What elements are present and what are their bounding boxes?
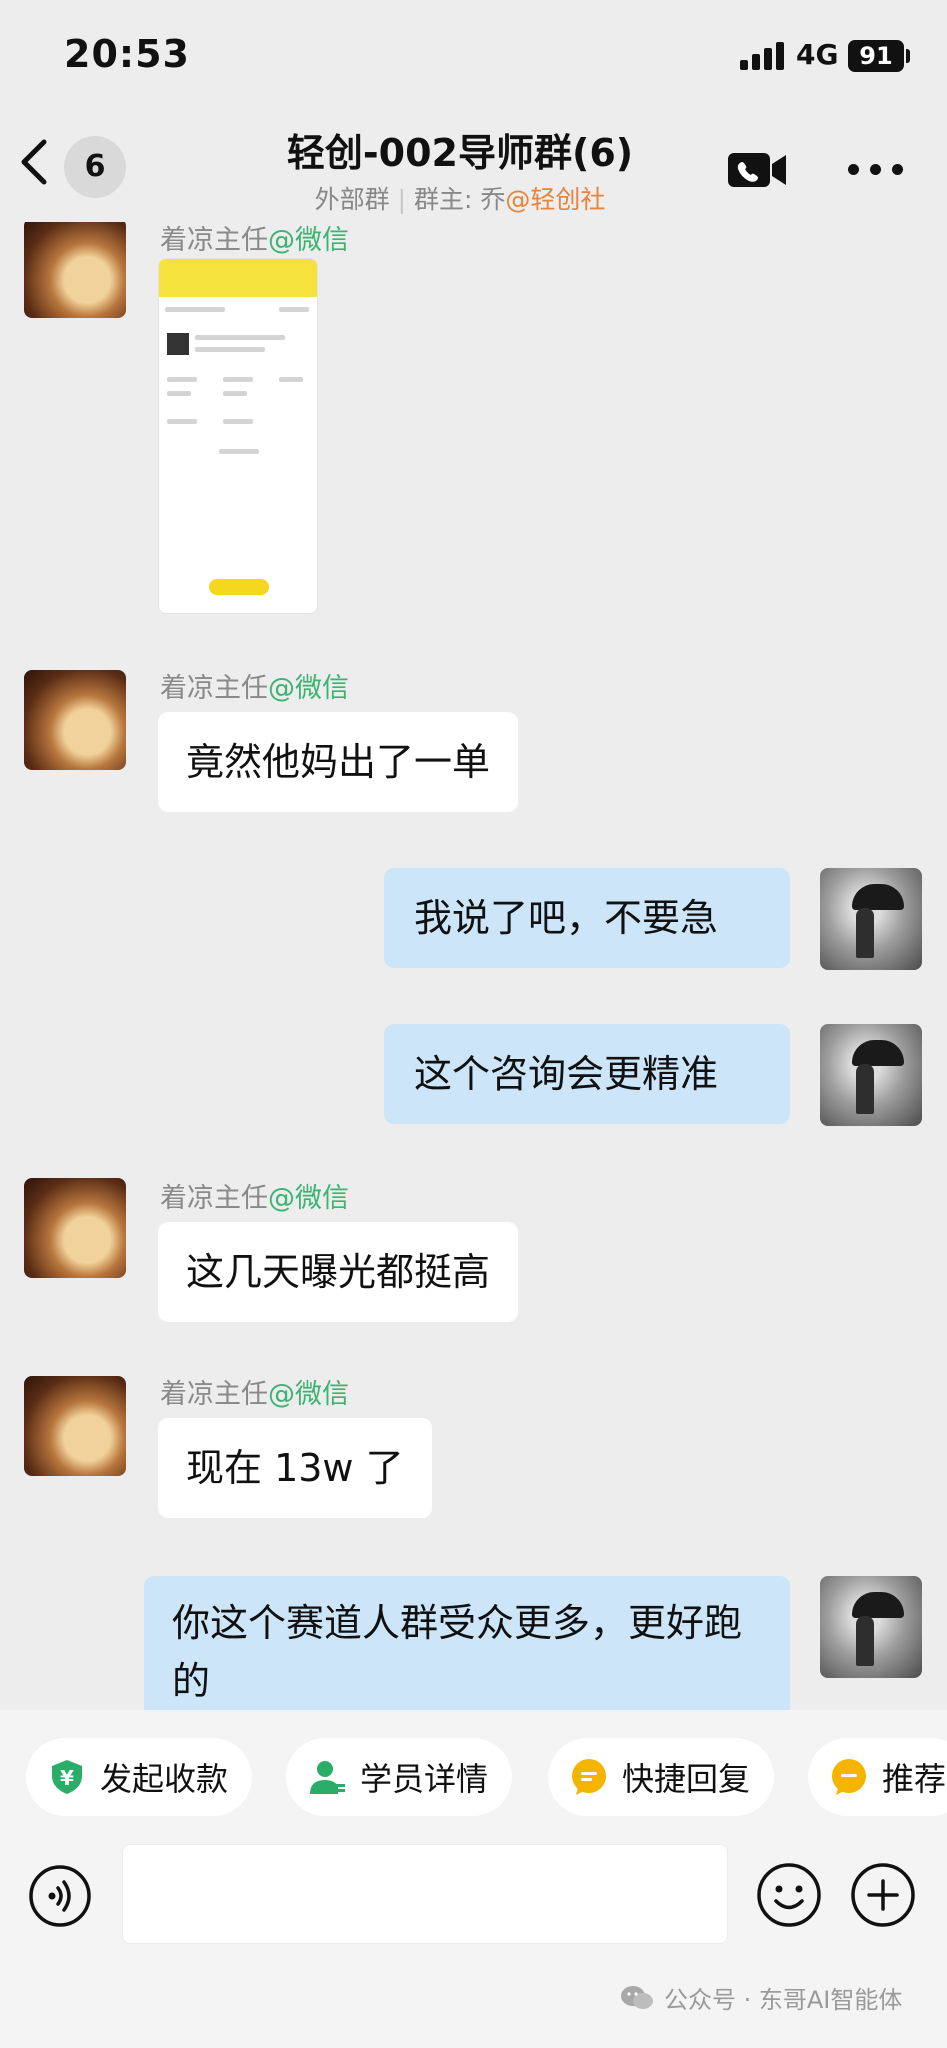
- signal-icon: [740, 40, 786, 70]
- group-subtitle: 外部群 | 群主: 乔@轻创社: [160, 180, 760, 216]
- quick-action-student-details[interactable]: 学员详情: [286, 1738, 513, 1816]
- avatar[interactable]: [820, 868, 922, 970]
- quick-action-bar[interactable]: ¥ 发起收款 学员详情 快捷回复 推荐: [0, 1710, 947, 1844]
- sender-name: 着凉主任@微信: [160, 225, 349, 256]
- chat-header: 6 轻创-002导师群(6) 外部群 | 群主: 乔@轻创社: [0, 110, 947, 222]
- watermark: 公众号 · 东哥AI智能体: [620, 1980, 902, 2015]
- divider: |: [397, 185, 407, 214]
- person-icon: [310, 1761, 345, 1794]
- network-type: 4G: [796, 38, 839, 71]
- battery-tip: [906, 49, 910, 63]
- status-time: 20:53: [64, 32, 190, 76]
- group-type: 外部群: [314, 185, 390, 214]
- message-bubble[interactable]: 现在 13w 了: [158, 1418, 432, 1518]
- sender-name: 着凉主任@微信: [160, 1379, 349, 1410]
- quick-action-label: 快捷回复: [622, 1760, 751, 1798]
- chevron-left-icon[interactable]: [14, 132, 54, 192]
- message-bubble[interactable]: 这几天曝光都挺高: [158, 1222, 519, 1322]
- status-bar: 20:53 4G 91: [0, 0, 947, 110]
- quick-action-label: 学员详情: [360, 1760, 489, 1798]
- avatar[interactable]: [24, 1376, 126, 1476]
- quick-action-recommend[interactable]: 推荐: [808, 1738, 947, 1816]
- avatar[interactable]: [24, 1178, 126, 1278]
- avatar[interactable]: [24, 670, 126, 770]
- message-bubble-outgoing[interactable]: 我说了吧，不要急: [384, 868, 790, 968]
- message-input[interactable]: [122, 1844, 728, 1944]
- avatar[interactable]: [820, 1576, 922, 1678]
- input-bar: 公众号 · 东哥AI智能体: [0, 1844, 947, 2048]
- owner-org-link[interactable]: @轻创社: [505, 185, 605, 214]
- more-icon[interactable]: [848, 164, 904, 176]
- shared-image[interactable]: [158, 258, 318, 614]
- message-bubble-outgoing[interactable]: 这个咨询会更精准: [384, 1024, 790, 1124]
- quick-action-collect-payment[interactable]: ¥ 发起收款: [26, 1738, 253, 1816]
- video-call-icon[interactable]: [726, 150, 788, 190]
- sender-name: 着凉主任@微信: [160, 1183, 349, 1214]
- voice-icon[interactable]: [28, 1864, 92, 1928]
- chat-bubble-icon: [832, 1759, 866, 1795]
- battery-icon: 91: [848, 40, 904, 72]
- message-bubble[interactable]: 竟然他妈出了一单: [158, 712, 519, 812]
- quick-action-label: 推荐: [882, 1760, 947, 1798]
- quick-action-quick-reply[interactable]: 快捷回复: [548, 1738, 775, 1816]
- avatar[interactable]: [24, 222, 126, 318]
- yuan-shield-icon: ¥: [52, 1760, 82, 1794]
- message-list[interactable]: 着凉主任@微信 着凉主任@微信 竟然他妈出了一单 我说了吧，不要急 这个咨询会更…: [0, 222, 947, 1710]
- group-owner: 群主: 乔: [414, 185, 506, 214]
- page-title: 轻创-002导师群(6): [286, 131, 634, 175]
- svg-text:¥: ¥: [60, 1766, 74, 1790]
- chat-bubble-icon: [572, 1759, 606, 1795]
- wechat-official-account-icon: [621, 1985, 653, 2009]
- plus-icon[interactable]: [850, 1862, 916, 1928]
- unread-count-badge[interactable]: 6: [64, 136, 126, 198]
- message-bubble-outgoing[interactable]: 你这个赛道人群受众更多，更好跑的: [144, 1576, 790, 1710]
- quick-action-label: 发起收款: [100, 1760, 229, 1798]
- avatar[interactable]: [820, 1024, 922, 1126]
- emoji-icon[interactable]: [756, 1862, 822, 1928]
- sender-name: 着凉主任@微信: [160, 673, 349, 704]
- watermark-text: 公众号 · 东哥AI智能体: [664, 1986, 903, 2014]
